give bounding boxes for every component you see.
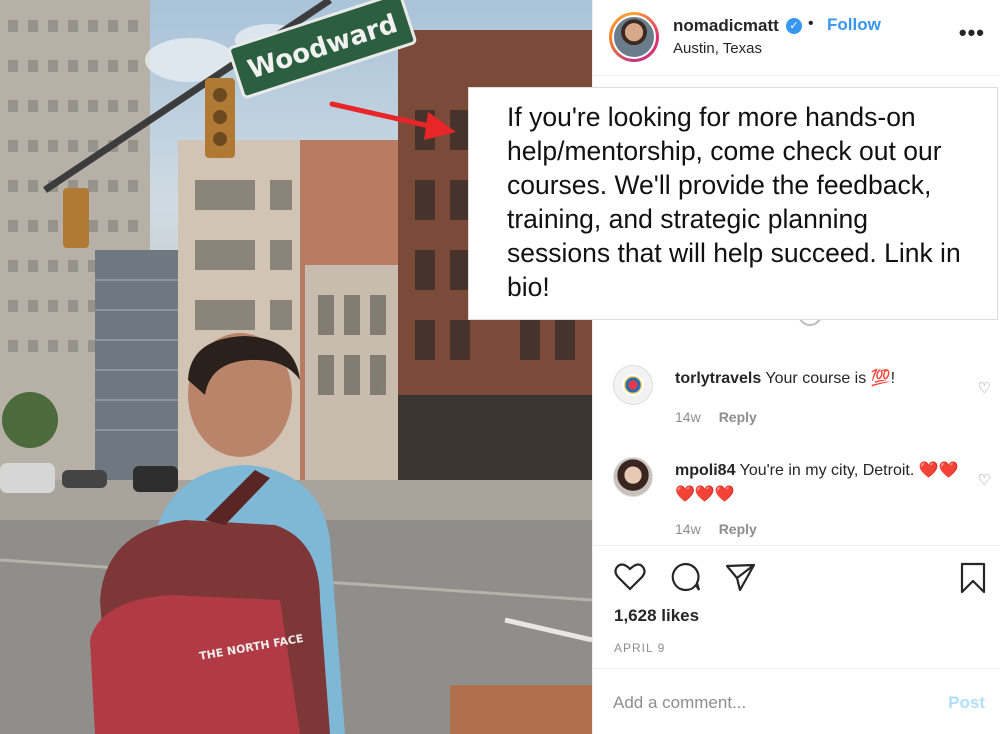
reply-button[interactable]: Reply bbox=[719, 409, 757, 425]
comment-composer: Post bbox=[593, 668, 1000, 734]
post-comment-button[interactable]: Post bbox=[948, 693, 985, 713]
more-options-icon[interactable]: ••• bbox=[959, 20, 985, 46]
commenter-username[interactable]: mpoli84 bbox=[675, 462, 735, 479]
follow-button[interactable]: Follow bbox=[827, 15, 881, 35]
verified-badge-icon: ✓ bbox=[786, 18, 802, 34]
red-arrow-icon bbox=[329, 101, 456, 140]
commenter-username[interactable]: torlytravels bbox=[675, 370, 761, 387]
profile-avatar[interactable] bbox=[609, 12, 659, 62]
bookmark-icon[interactable] bbox=[959, 562, 987, 594]
comment-like-heart-icon[interactable]: ♡ bbox=[978, 379, 991, 397]
comment-meta: 14w Reply bbox=[675, 521, 757, 537]
comment-meta: 14w Reply bbox=[675, 409, 757, 425]
location-link[interactable]: Austin, Texas bbox=[673, 40, 762, 57]
comment-like-heart-icon[interactable]: ♡ bbox=[978, 471, 991, 489]
add-comment-input[interactable] bbox=[613, 689, 913, 717]
likes-count[interactable]: 1,628 likes bbox=[614, 606, 699, 626]
avatar-image bbox=[612, 15, 656, 59]
heart-icon[interactable] bbox=[614, 562, 646, 592]
post-header: nomadicmatt ✓ • Follow Austin, Texas ••• bbox=[593, 0, 1000, 76]
comment-text-line: mpoli84 You're in my city, Detroit. ❤️❤️… bbox=[675, 459, 965, 507]
comment-age: 14w bbox=[675, 521, 701, 537]
comment-icon[interactable] bbox=[670, 562, 702, 592]
commenter-avatar[interactable] bbox=[613, 457, 653, 497]
comment-body: Your course is 💯! bbox=[765, 370, 896, 387]
caption-callout-box: If you're looking for more hands-on help… bbox=[468, 87, 998, 320]
separator-dot: • bbox=[808, 15, 814, 32]
callout-text: If you're looking for more hands-on help… bbox=[507, 102, 961, 302]
post-date: APRIL 9 bbox=[614, 641, 666, 655]
comment-age: 14w bbox=[675, 409, 701, 425]
username-link[interactable]: nomadicmatt bbox=[673, 16, 779, 36]
comment-text-line: torlytravels Your course is 💯! bbox=[675, 367, 965, 391]
reply-button[interactable]: Reply bbox=[719, 521, 757, 537]
post-actions: 1,628 likes APRIL 9 bbox=[593, 545, 1000, 685]
commenter-avatar[interactable] bbox=[613, 365, 653, 405]
share-icon[interactable] bbox=[725, 562, 757, 592]
